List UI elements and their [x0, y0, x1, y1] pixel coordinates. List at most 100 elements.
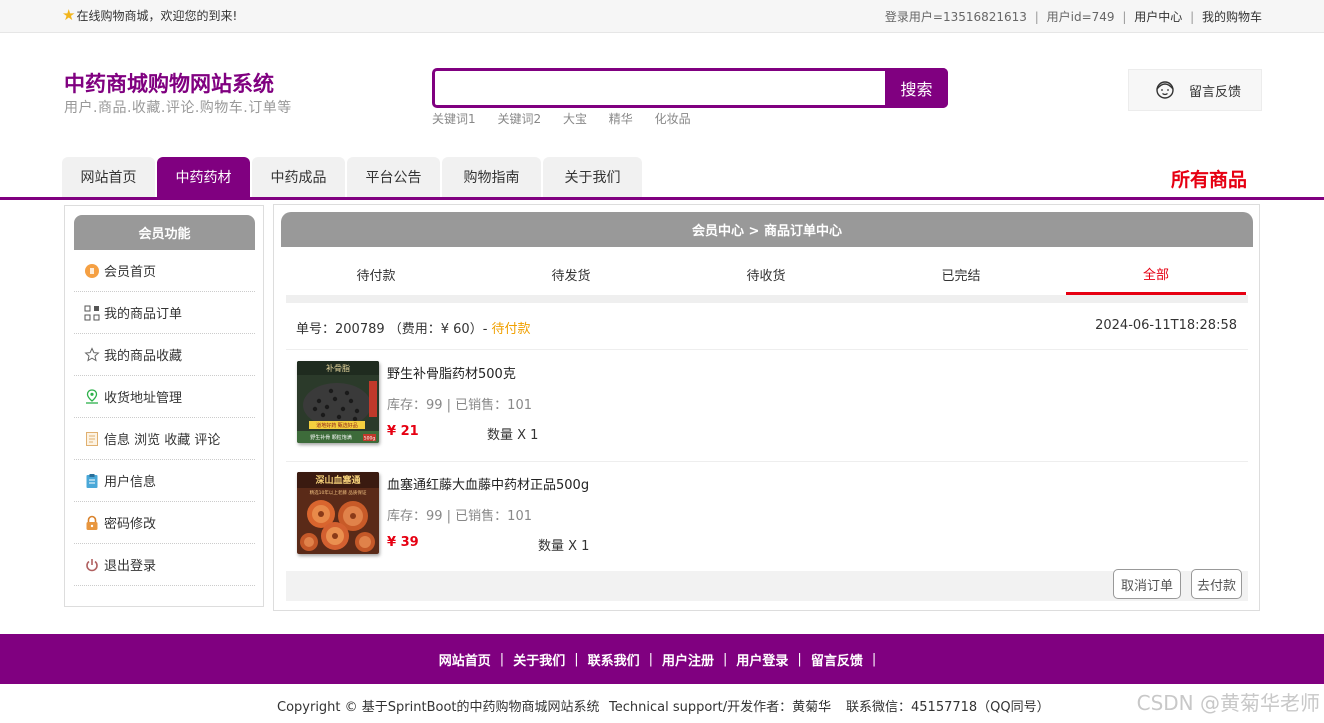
- main-nav: 网站首页 中药药材 中药成品 平台公告 购物指南 关于我们: [62, 157, 644, 197]
- separator: |: [797, 651, 802, 667]
- member-sidebar: 会员功能 会员首页 我的商品订单 我的商品收藏 收货地址管理 信息 浏览 收藏 …: [64, 205, 264, 607]
- cart-link[interactable]: 我的购物车: [1202, 10, 1262, 24]
- order-number: 单号：200789 （费用：¥ 60）- 待付款: [296, 318, 531, 337]
- sidebar-item-label: 用户信息: [104, 475, 157, 490]
- sidebar-item-label: 会员首页: [104, 265, 157, 280]
- footer-link-home[interactable]: 网站首页: [439, 650, 491, 669]
- site-subtitle: 用户.商品.收藏.评论.购物车.订单等: [64, 100, 292, 116]
- site-title[interactable]: 中药商城购物网站系统: [64, 68, 274, 98]
- nav-tab-products[interactable]: 中药成品: [252, 157, 345, 197]
- keyword-link[interactable]: 大宝: [563, 112, 587, 126]
- nav-tab-about[interactable]: 关于我们: [543, 157, 642, 197]
- separator: |: [648, 651, 653, 667]
- product-quantity: 数量 X 1: [538, 539, 590, 554]
- product-name[interactable]: 血塞通红藤大血藤中药材正品500g: [387, 474, 589, 493]
- sidebar-item-orders[interactable]: 我的商品订单: [74, 292, 255, 334]
- order-status: 待付款: [491, 322, 531, 337]
- sidebar-item-label: 我的商品收藏: [104, 349, 183, 364]
- hot-keywords: 关键词1 关键词2 大宝 精华 化妆品: [432, 110, 709, 127]
- welcome-message: ★ 在线购物商城，欢迎您的到来!: [62, 7, 237, 24]
- user-id-label: 用户id=749: [1046, 10, 1115, 24]
- footer-link-about[interactable]: 关于我们: [513, 650, 565, 669]
- feedback-button[interactable]: 留言反馈: [1128, 69, 1262, 111]
- keyword-link[interactable]: 精华: [609, 112, 633, 126]
- star-icon: ★: [62, 6, 76, 24]
- welcome-text: 在线购物商城，欢迎您的到来!: [76, 9, 238, 23]
- copyright-text: Copyright © 基于SprintBoot的中药购物商城网站系统: [277, 700, 600, 715]
- nav-tab-herbs[interactable]: 中药药材: [157, 157, 250, 197]
- nav-underline: [0, 197, 1324, 200]
- separator: |: [499, 651, 505, 667]
- tab-pending-payment[interactable]: 待付款: [286, 255, 466, 293]
- order-product-item: 补骨脂 道地好药 甄选好品 野生补骨 颗粒饱满 500g 野生补骨脂药材500克…: [296, 361, 1196, 447]
- sidebar-item-label: 信息 浏览 收藏 评论: [104, 433, 221, 448]
- sidebar-item-member-home[interactable]: 会员首页: [74, 250, 255, 292]
- sidebar-item-favorites[interactable]: 我的商品收藏: [74, 334, 255, 376]
- product-image-text: 野生补骨 颗粒饱满: [310, 434, 352, 441]
- login-user-label: 登录用户=13516821613: [884, 10, 1027, 24]
- pay-button[interactable]: 去付款: [1191, 569, 1242, 599]
- footer-link-contact[interactable]: 联系我们: [588, 650, 640, 669]
- tab-pending-shipment[interactable]: 待发货: [481, 255, 661, 293]
- footer-link-feedback[interactable]: 留言反馈: [811, 650, 863, 669]
- user-center-link[interactable]: 用户中心: [1134, 10, 1182, 24]
- clipboard-icon: [86, 473, 98, 488]
- user-links: 登录用户=13516821613 | 用户id=749 | 用户中心 | 我的购…: [885, 8, 1262, 25]
- product-image-text: 道地好药 甄选好品: [316, 422, 358, 429]
- product-image[interactable]: 补骨脂 道地好药 甄选好品 野生补骨 颗粒饱满 500g: [297, 361, 379, 443]
- separator: |: [871, 651, 877, 667]
- separator: |: [1034, 10, 1039, 24]
- document-icon: [86, 431, 98, 446]
- tab-completed[interactable]: 已完结: [871, 255, 1051, 293]
- footer-nav: 网站首页 | 关于我们 | 联系我们 | 用户注册 | 用户登录 | 留言反馈 |: [0, 634, 1324, 684]
- cancel-order-button[interactable]: 取消订单: [1113, 569, 1181, 599]
- sidebar-item-user-info[interactable]: 用户信息: [74, 460, 255, 502]
- sidebar-item-password[interactable]: 密码修改: [74, 502, 255, 544]
- keyword-link[interactable]: 关键词2: [497, 112, 541, 126]
- sidebar-item-activity[interactable]: 信息 浏览 收藏 评论: [74, 418, 255, 460]
- order-number-text: 单号：200789 （费用：¥ 60）-: [296, 322, 492, 337]
- all-goods-link[interactable]: 所有商品: [1171, 165, 1247, 192]
- star-outline-icon: [84, 346, 100, 361]
- product-image-text: 深山血塞通: [315, 474, 360, 486]
- order-date: 2024-06-11T18:28:58: [1095, 318, 1237, 333]
- power-icon: [86, 558, 98, 571]
- grid-icon: [84, 305, 100, 320]
- keyword-link[interactable]: 关键词1: [432, 112, 476, 126]
- tab-pending-receipt[interactable]: 待收货: [676, 255, 856, 293]
- sidebar-item-address[interactable]: 收货地址管理: [74, 376, 255, 418]
- product-quantity: 数量 X 1: [487, 428, 539, 443]
- tab-divider-bar: [286, 295, 1248, 303]
- lock-icon: [86, 515, 98, 530]
- order-status-tabs: 待付款 待发货 待收货 已完结 全部: [286, 255, 1248, 295]
- search-button[interactable]: 搜索: [885, 68, 948, 108]
- order-actions-bar: [286, 571, 1248, 601]
- sidebar-item-label: 收货地址管理: [104, 391, 183, 406]
- top-bar: ★ 在线购物商城，欢迎您的到来! 登录用户=13516821613 | 用户id…: [0, 0, 1324, 33]
- divider: [286, 461, 1248, 462]
- footer-link-login[interactable]: 用户登录: [736, 650, 788, 669]
- watermark: CSDN @黄菊华老师: [1136, 691, 1320, 715]
- support-text: Technical support/开发作者：黄菊华: [609, 700, 832, 715]
- separator: |: [1190, 10, 1195, 24]
- order-product-item: 深山血塞通 精选10年以上老藤 品质保证 血塞通红藤大血藤中药材正品500g 库…: [296, 472, 1196, 558]
- nav-tab-guide[interactable]: 购物指南: [442, 157, 541, 197]
- keyword-link[interactable]: 化妆品: [655, 112, 691, 126]
- product-image[interactable]: 深山血塞通 精选10年以上老藤 品质保证: [297, 472, 379, 554]
- footer-link-register[interactable]: 用户注册: [662, 650, 714, 669]
- order-center-panel: 会员中心 > 商品订单中心 待付款 待发货 待收货 已完结 全部 单号：2007…: [273, 204, 1260, 611]
- product-price: ¥ 21: [387, 424, 419, 439]
- separator: |: [574, 651, 579, 667]
- separator: |: [1122, 10, 1127, 24]
- search-box: 搜索: [432, 68, 948, 108]
- sidebar-item-label: 我的商品订单: [104, 307, 183, 322]
- product-image-text: 500g: [364, 436, 376, 442]
- sidebar-item-label: 密码修改: [104, 517, 157, 532]
- product-price: ¥ 39: [387, 535, 419, 550]
- product-name[interactable]: 野生补骨脂药材500克: [387, 363, 516, 382]
- tab-all[interactable]: 全部: [1066, 255, 1246, 295]
- search-input[interactable]: [435, 71, 885, 105]
- nav-tab-home[interactable]: 网站首页: [62, 157, 155, 197]
- sidebar-item-logout[interactable]: 退出登录: [74, 544, 255, 586]
- nav-tab-notice[interactable]: 平台公告: [347, 157, 440, 197]
